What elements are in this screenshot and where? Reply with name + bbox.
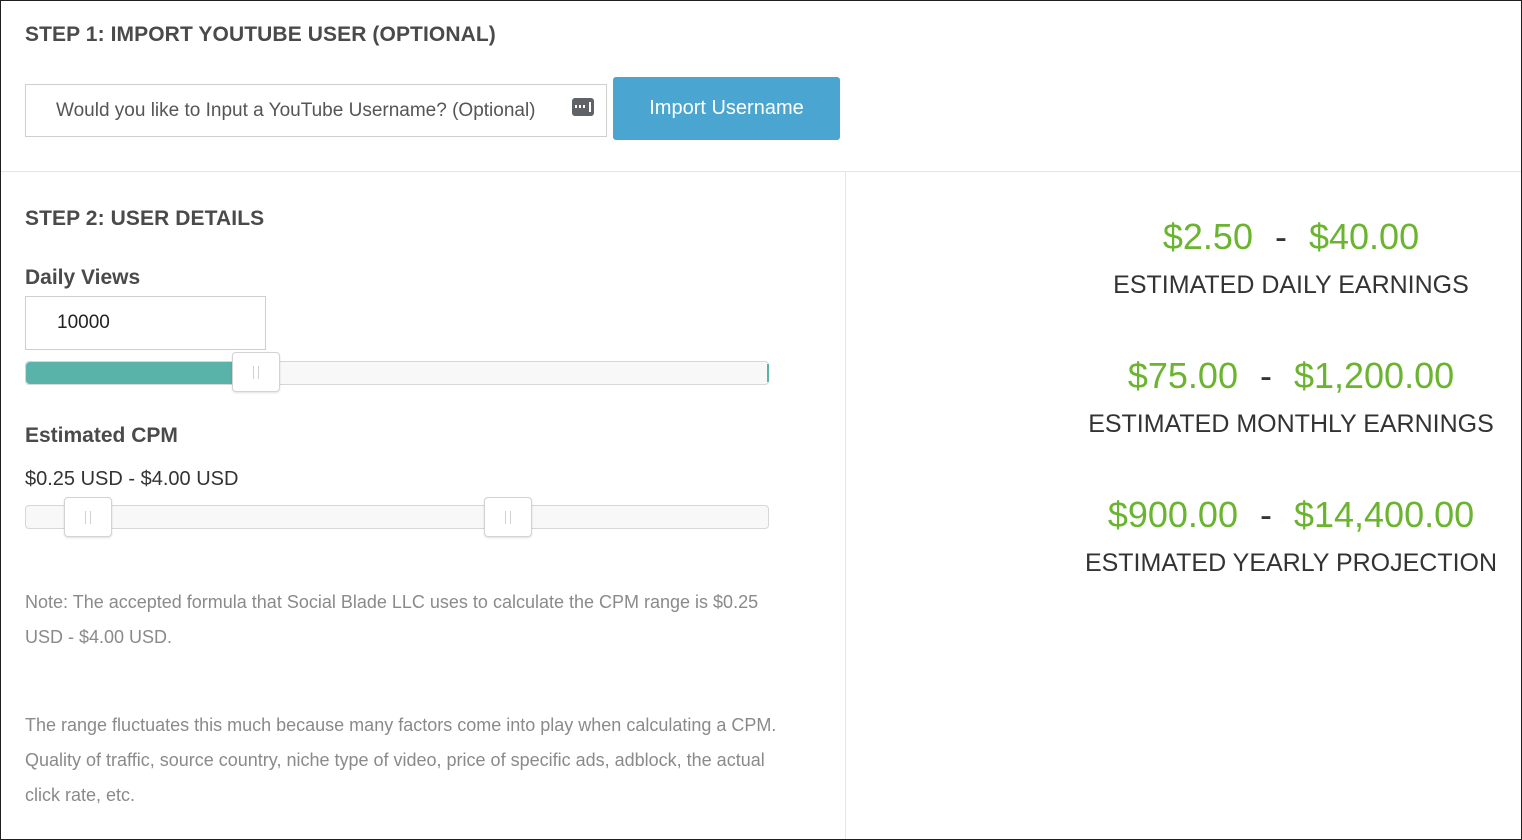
monthly-earnings-high: $1,200.00 [1293, 355, 1455, 396]
monthly-earnings: $75.00- $1,200.00 ESTIMATED MONTHLY EARNI… [1061, 352, 1521, 439]
import-username-button[interactable]: Import Username [613, 77, 840, 140]
daily-views-slider-fill [26, 362, 241, 384]
daily-views-label: Daily Views [25, 266, 141, 289]
cpm-slider-low-handle[interactable] [64, 497, 112, 537]
daily-earnings-label: ESTIMATED DAILY EARNINGS [1113, 271, 1469, 299]
grip-icon [85, 511, 91, 524]
daily-views-slider-handle[interactable] [232, 352, 280, 392]
yearly-projection-low: $900.00 [1107, 494, 1238, 535]
yearly-projection-label: ESTIMATED YEARLY PROJECTION [1084, 549, 1498, 577]
cpm-slider-high-handle[interactable] [484, 497, 532, 537]
column-divider [845, 171, 846, 839]
monthly-earnings-low: $75.00 [1127, 355, 1238, 396]
cpm-fluctuation-note: The range fluctuates this much because m… [25, 715, 777, 805]
range-separator: - [1259, 355, 1272, 396]
daily-earnings-low: $2.50 [1162, 216, 1253, 257]
step1-heading: STEP 1: IMPORT YOUTUBE USER (OPTIONAL) [25, 23, 496, 46]
youtube-username-input[interactable] [25, 84, 607, 137]
grip-icon [505, 511, 511, 524]
monthly-earnings-label: ESTIMATED MONTHLY EARNINGS [1088, 410, 1494, 438]
range-separator: - [1259, 494, 1272, 535]
daily-views-slider[interactable] [25, 361, 769, 385]
yearly-projection: $900.00- $14,400.00 ESTIMATED YEARLY PROJ… [1061, 491, 1521, 578]
section-divider [1, 171, 1521, 172]
estimated-cpm-label: Estimated CPM [25, 424, 178, 447]
grip-icon [253, 366, 259, 379]
daily-earnings-high: $40.00 [1308, 216, 1420, 257]
step2-heading: STEP 2: USER DETAILS [25, 207, 265, 230]
cpm-range-value: $0.25 USD - $4.00 USD [25, 468, 239, 490]
cpm-range-slider[interactable] [25, 505, 769, 529]
daily-views-input[interactable] [25, 296, 266, 350]
range-separator: - [1274, 216, 1287, 257]
cpm-formula-note: Note: The accepted formula that Social B… [25, 592, 759, 647]
yearly-projection-high: $14,400.00 [1293, 494, 1475, 535]
password-manager-icon[interactable] [572, 98, 594, 116]
daily-earnings: $2.50- $40.00 ESTIMATED DAILY EARNINGS [1061, 213, 1521, 300]
earnings-calculator-panel: STEP 1: IMPORT YOUTUBE USER (OPTIONAL) I… [0, 0, 1522, 840]
